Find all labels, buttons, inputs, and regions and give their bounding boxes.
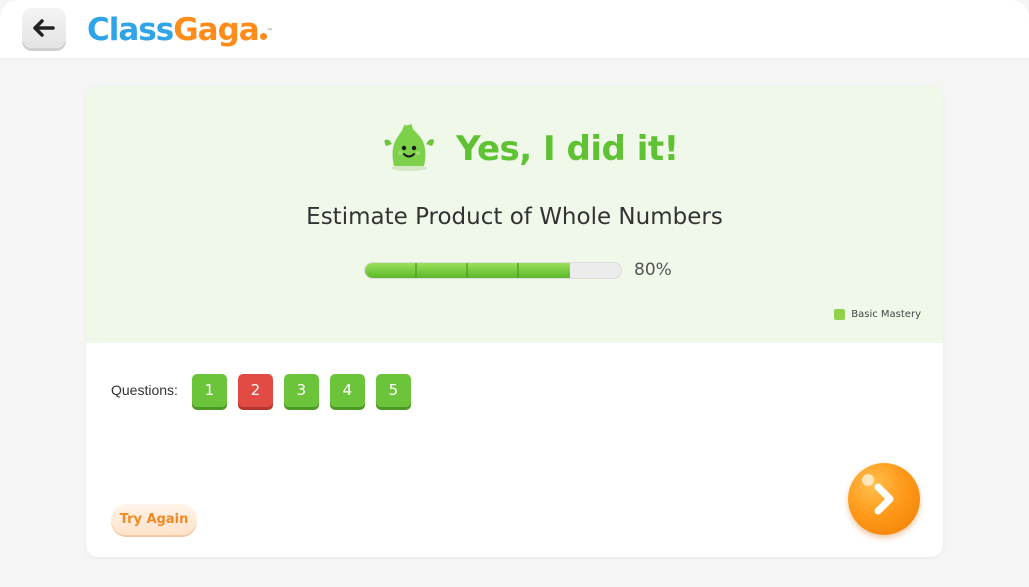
chevron-right-icon [874,483,894,515]
questions-label: Questions: [111,382,178,398]
classgaga-logo[interactable]: ClassGaga ™ [87,12,273,48]
arrow-left-icon [33,19,55,37]
next-button[interactable] [848,463,920,535]
logo-gaga-text: Gaga [173,12,259,48]
result-card: Yes, I did it! Estimate Product of Whole… [86,86,943,557]
back-button[interactable] [22,8,66,48]
progress-percent-label: 80% [634,260,672,280]
logo-class-text: Class [87,12,174,48]
question-3-button[interactable]: 3 [283,373,319,407]
progress-tick [415,263,417,278]
progress-tick [466,263,468,278]
question-5-button[interactable]: 5 [375,373,411,407]
green-monster-mascot-icon [384,123,434,171]
mastery-legend: Basic Mastery [834,307,921,321]
skill-title: Estimate Product of Whole Numbers [306,204,723,230]
top-bar: ClassGaga ™ [0,0,1029,58]
logo-dot-icon [259,33,267,40]
try-again-button[interactable]: Try Again [111,504,197,535]
logo-trademark: ™ [266,28,273,35]
progress-tick [517,263,519,278]
success-headline: Yes, I did it! [456,129,679,169]
question-1-button[interactable]: 1 [191,373,227,407]
question-list: 12345 [191,373,422,407]
legend-swatch [834,308,846,320]
button-shine [862,474,874,486]
legend-label: Basic Mastery [851,308,921,320]
questions-row: Questions: 12345 [111,372,422,408]
mastery-progress-bar [364,262,622,279]
app-frame: ClassGaga ™ Yes, I did it! Estimate Produ… [0,0,1029,587]
question-4-button[interactable]: 4 [329,373,365,407]
question-2-button[interactable]: 2 [237,373,273,407]
result-panel: Yes, I did it! Estimate Product of Whole… [86,86,943,343]
